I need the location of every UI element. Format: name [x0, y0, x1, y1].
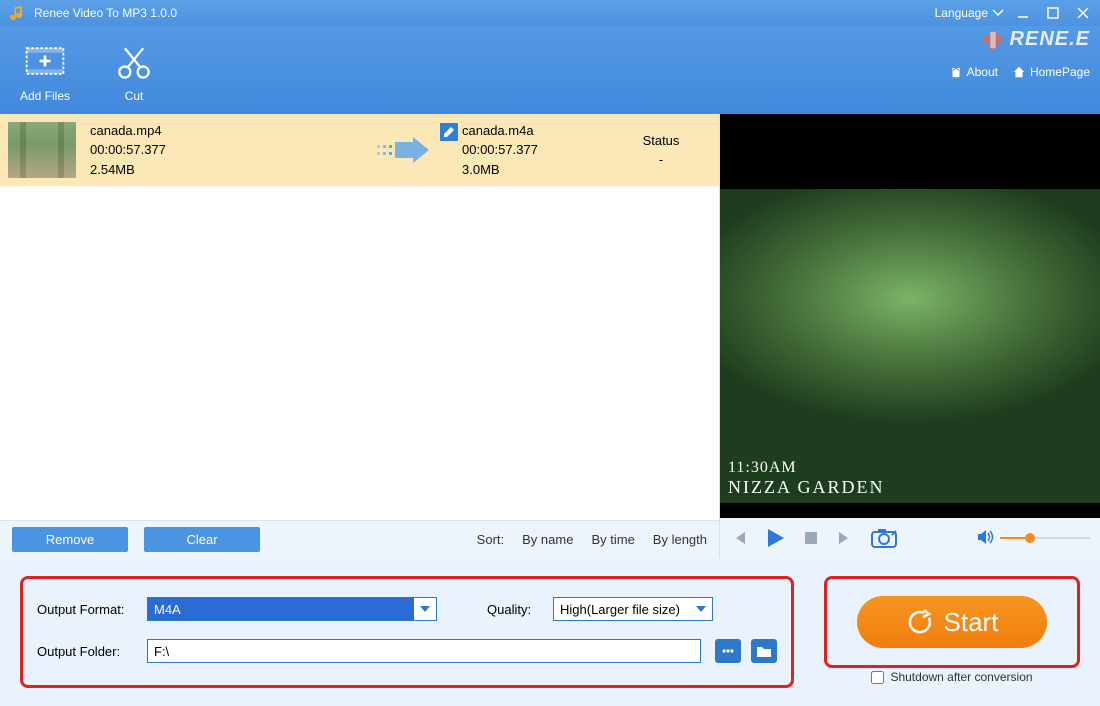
- output-format-dropdown[interactable]: M4A: [147, 597, 437, 621]
- sort-by-name[interactable]: By name: [522, 532, 573, 547]
- status-value: -: [621, 150, 701, 170]
- maximize-button[interactable]: [1046, 6, 1060, 20]
- cut-label: Cut: [125, 89, 144, 103]
- language-dropdown[interactable]: Language: [935, 6, 1004, 20]
- dest-filename: canada.m4a: [462, 121, 538, 141]
- prev-button[interactable]: [730, 529, 748, 547]
- video-preview: 11:30AM NIZZA GARDEN: [720, 114, 1100, 518]
- next-button[interactable]: [836, 529, 854, 547]
- preview-location-overlay: NIZZA GARDEN: [728, 477, 885, 498]
- output-folder-input[interactable]: [147, 639, 701, 663]
- start-button[interactable]: Start: [857, 596, 1047, 648]
- status-header: Status: [621, 131, 701, 151]
- minimize-button[interactable]: [1016, 6, 1030, 20]
- cut-button[interactable]: Cut: [110, 37, 158, 103]
- stop-button[interactable]: [802, 529, 820, 547]
- browse-folder-button[interactable]: [751, 639, 777, 663]
- about-link[interactable]: About: [949, 65, 998, 79]
- remove-button[interactable]: Remove: [12, 527, 128, 552]
- output-format-label: Output Format:: [37, 602, 137, 617]
- source-filename: canada.mp4: [90, 121, 370, 141]
- add-files-label: Add Files: [20, 89, 70, 103]
- dest-duration: 00:00:57.377: [462, 140, 538, 160]
- file-row[interactable]: canada.mp4 00:00:57.377 2.54MB: [0, 114, 719, 186]
- close-button[interactable]: [1076, 6, 1090, 20]
- source-thumbnail: [8, 122, 76, 178]
- edit-output-button[interactable]: [440, 123, 458, 141]
- film-plus-icon: [21, 37, 69, 85]
- sort-label: Sort:: [477, 532, 504, 547]
- chevron-down-icon: [690, 605, 712, 613]
- snapshot-button[interactable]: [870, 527, 898, 549]
- shutdown-checkbox[interactable]: [871, 671, 884, 684]
- quality-label: Quality:: [487, 602, 543, 617]
- clear-button[interactable]: Clear: [144, 527, 260, 552]
- preview-time-overlay: 11:30AM: [728, 459, 885, 477]
- scissors-icon: [110, 37, 158, 85]
- quality-dropdown[interactable]: High(Larger file size): [553, 597, 713, 621]
- app-title: Renee Video To MP3 1.0.0: [34, 6, 935, 20]
- sort-by-time[interactable]: By time: [591, 532, 634, 547]
- play-button[interactable]: [764, 527, 786, 549]
- volume-slider[interactable]: [1000, 537, 1090, 539]
- add-files-button[interactable]: Add Files: [20, 37, 70, 103]
- source-size: 2.54MB: [90, 160, 370, 180]
- sort-by-length[interactable]: By length: [653, 532, 707, 547]
- brand-logo: RENE.E: [982, 28, 1090, 51]
- app-logo-icon: [10, 5, 26, 21]
- dest-size: 3.0MB: [462, 160, 538, 180]
- volume-icon[interactable]: [976, 528, 994, 549]
- source-duration: 00:00:57.377: [90, 140, 370, 160]
- homepage-link[interactable]: HomePage: [1012, 65, 1090, 79]
- arrow-icon: [370, 135, 440, 165]
- output-settings-group: Output Format: M4A Quality: High(Larger …: [20, 576, 794, 688]
- output-folder-label: Output Folder:: [37, 644, 137, 659]
- shutdown-label: Shutdown after conversion: [890, 670, 1032, 684]
- more-button[interactable]: [715, 639, 741, 663]
- chevron-down-icon: [414, 605, 436, 613]
- start-group: Start: [824, 576, 1080, 668]
